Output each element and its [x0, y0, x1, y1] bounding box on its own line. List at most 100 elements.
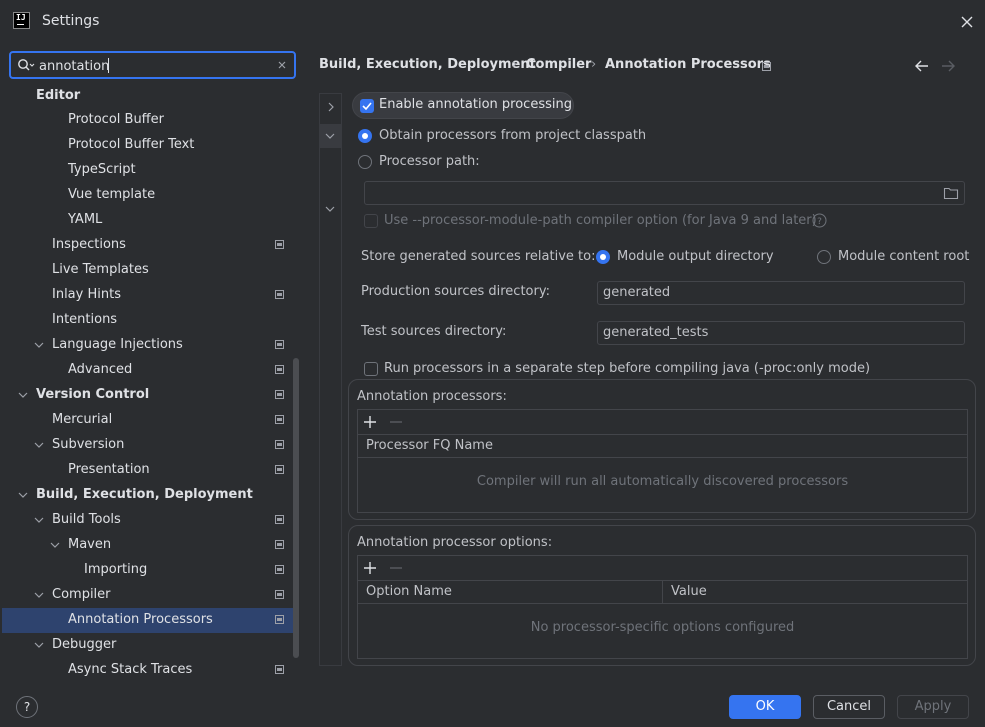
test-dir-field[interactable]: generated_tests — [597, 321, 965, 345]
tree-item-label: Version Control — [36, 387, 150, 402]
chevron-down-icon[interactable] — [18, 490, 28, 500]
tree-item-label: Build Tools — [52, 512, 121, 527]
tree-item-label: Async Stack Traces — [68, 662, 193, 677]
column-value[interactable]: Value — [671, 584, 707, 599]
tree-item-intentions[interactable]: Intentions — [2, 308, 298, 333]
remove-icon[interactable] — [389, 415, 403, 429]
chevron-down-icon[interactable] — [325, 131, 335, 141]
project-scope-icon — [275, 340, 284, 349]
tree-item-yaml[interactable]: YAML — [2, 208, 298, 233]
module-content-root-label: Module content root — [838, 249, 970, 264]
tree-item-language-injections[interactable]: Language Injections — [2, 333, 298, 358]
tree-item-debugger[interactable]: Debugger — [2, 633, 298, 658]
forward-arrow-icon[interactable] — [940, 59, 956, 73]
tree-item-maven[interactable]: Maven — [2, 533, 298, 558]
breadcrumb-item-build[interactable]: Build, Execution, Deployment — [319, 57, 536, 72]
chevron-down-icon[interactable] — [18, 390, 28, 400]
tree-item-label: Inspections — [52, 237, 126, 252]
chevron-right-icon[interactable] — [326, 102, 336, 112]
module-output-directory-radio[interactable] — [596, 250, 610, 264]
tree-item-subversion[interactable]: Subversion — [2, 433, 298, 458]
chevron-down-icon[interactable] — [50, 540, 60, 550]
help-button[interactable]: ? — [16, 696, 38, 718]
tree-item-typescript[interactable]: TypeScript — [2, 158, 298, 183]
tree-item-build-execution-deployment[interactable]: Build, Execution, Deployment — [2, 483, 298, 508]
close-icon — [961, 16, 973, 28]
tree-item-protocol-buffer[interactable]: Protocol Buffer — [2, 108, 298, 133]
chevron-down-icon[interactable] — [34, 640, 44, 650]
processor-path-field[interactable] — [364, 181, 965, 205]
chevron-down-icon[interactable] — [34, 515, 44, 525]
tree-item-label: Mercurial — [52, 412, 113, 427]
tree-item-annotation-processors[interactable]: Annotation Processors — [2, 608, 298, 633]
add-icon[interactable] — [363, 415, 377, 429]
options-gutter — [319, 93, 342, 666]
column-processor-fq-name[interactable]: Processor FQ Name — [366, 438, 493, 453]
cancel-button[interactable]: Cancel — [813, 695, 885, 719]
project-scope-icon — [275, 415, 284, 424]
help-icon[interactable]: ? — [812, 213, 827, 228]
radio-dot — [362, 133, 368, 139]
settings-search-field[interactable] — [9, 51, 296, 79]
chevron-down-icon[interactable] — [325, 204, 335, 214]
title-bar: IJ Settings — [0, 0, 985, 44]
tree-item-inspections[interactable]: Inspections — [2, 233, 298, 258]
options-table: Option Name Value No processor-specific … — [357, 555, 968, 659]
tree-item-editor[interactable]: Editor — [2, 84, 298, 109]
processor-path-label: Processor path: — [379, 154, 480, 169]
chevron-down-icon[interactable] — [34, 440, 44, 450]
module-path-checkbox[interactable] — [364, 214, 378, 228]
chevron-down-icon[interactable] — [34, 340, 44, 350]
project-scope-icon — [275, 615, 284, 624]
window-title: Settings — [42, 13, 100, 29]
separate-step-checkbox[interactable] — [364, 362, 378, 376]
project-scope-icon — [275, 365, 284, 374]
dialog-footer: ? OK Cancel Apply — [0, 684, 985, 727]
breadcrumb-item-compiler[interactable]: Compiler — [526, 57, 591, 72]
tree-item-label: Presentation — [68, 462, 150, 477]
tree-item-vue-template[interactable]: Vue template — [2, 183, 298, 208]
test-dir-label: Test sources directory: — [361, 324, 507, 339]
tree-item-protocol-buffer-text[interactable]: Protocol Buffer Text — [2, 133, 298, 158]
close-window-button[interactable] — [955, 10, 979, 34]
enable-annotation-processing-checkbox[interactable]: Enable annotation processing — [352, 92, 574, 119]
add-icon[interactable] — [363, 561, 377, 575]
search-input[interactable] — [39, 57, 269, 75]
module-path-label: Use --processor-module-path compiler opt… — [384, 213, 817, 228]
tree-item-mercurial[interactable]: Mercurial — [2, 408, 298, 433]
project-scope-icon — [275, 565, 284, 574]
tree-item-inlay-hints[interactable]: Inlay Hints — [2, 283, 298, 308]
tree-item-compiler[interactable]: Compiler — [2, 583, 298, 608]
production-dir-field[interactable]: generated — [597, 281, 965, 305]
sidebar-scrollbar[interactable] — [293, 358, 299, 658]
breadcrumb-separator: › — [512, 57, 518, 72]
empty-table-text: No processor-specific options configured — [530, 620, 795, 635]
chevron-down-icon[interactable] — [34, 590, 44, 600]
tree-item-version-control[interactable]: Version Control — [2, 383, 298, 408]
back-arrow-icon[interactable] — [914, 59, 930, 73]
apply-button[interactable]: Apply — [897, 695, 969, 719]
tree-item-advanced[interactable]: Advanced — [2, 358, 298, 383]
tree-item-async-stack-traces[interactable]: Async Stack Traces — [2, 658, 298, 683]
breadcrumb-item-annotation-processors: Annotation Processors — [605, 57, 771, 72]
column-option-name[interactable]: Option Name — [366, 584, 452, 599]
tree-item-label: TypeScript — [68, 162, 136, 177]
tree-item-live-templates[interactable]: Live Templates — [2, 258, 298, 283]
processor-path-radio[interactable] — [358, 155, 372, 169]
tree-item-label: Protocol Buffer — [68, 112, 164, 127]
folder-icon[interactable] — [943, 186, 959, 200]
tree-item-importing[interactable]: Importing — [2, 558, 298, 583]
tree-item-presentation[interactable]: Presentation — [2, 458, 298, 483]
production-dir-label: Production sources directory: — [361, 284, 550, 299]
checkbox-checked[interactable] — [360, 99, 374, 113]
obtain-from-classpath-radio[interactable] — [358, 129, 372, 143]
project-scope-icon — [275, 540, 284, 549]
project-scope-icon — [275, 590, 284, 599]
radio-dot — [600, 254, 606, 260]
tree-item-build-tools[interactable]: Build Tools — [2, 508, 298, 533]
column-divider[interactable] — [662, 581, 663, 603]
clear-search-icon[interactable] — [276, 59, 288, 71]
module-content-root-radio[interactable] — [817, 250, 831, 264]
ok-button[interactable]: OK — [729, 695, 801, 719]
remove-icon[interactable] — [389, 561, 403, 575]
